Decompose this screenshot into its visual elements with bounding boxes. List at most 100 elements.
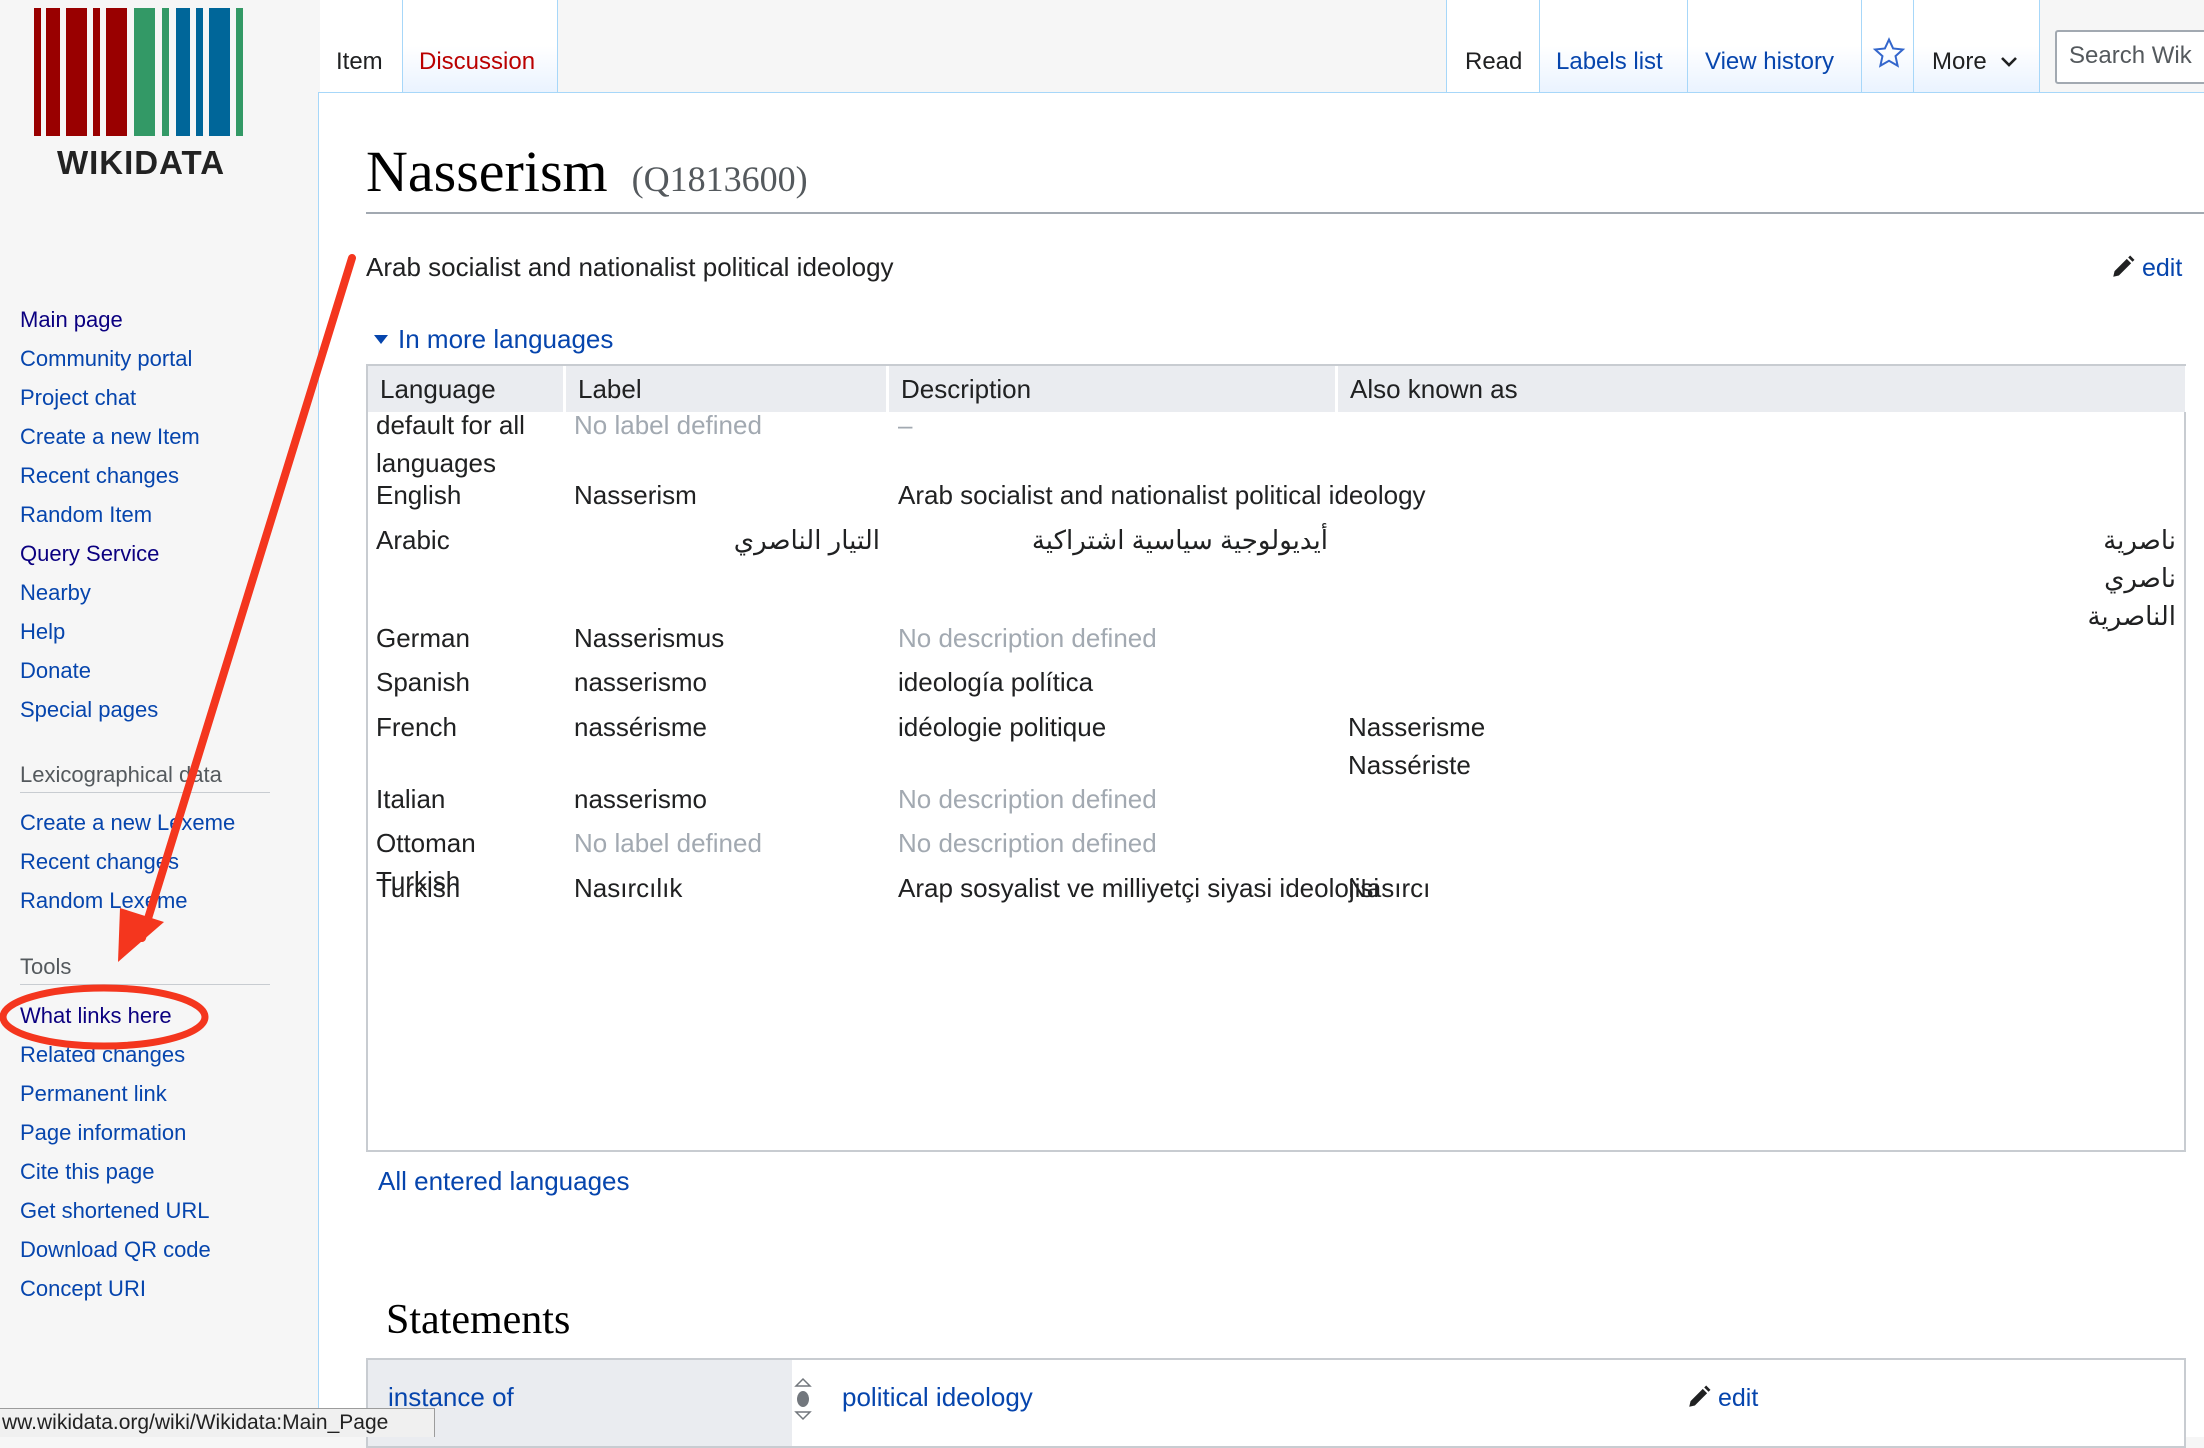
tab-read-label: Read [1465, 48, 1523, 75]
logo-wordmark: WIKIDATA [56, 144, 226, 181]
language-alias: ناصري [2104, 563, 2176, 593]
in-more-languages-toggle[interactable]: In more languages [374, 324, 613, 355]
column-header-description: Description [889, 366, 1338, 412]
language-label: nassérisme [574, 712, 707, 742]
sidebar-item-nearby[interactable]: Nearby [20, 573, 200, 612]
all-entered-languages-link[interactable]: All entered languages [378, 1166, 630, 1197]
tab-read[interactable]: Read [1446, 0, 1540, 92]
wikidata-logo[interactable]: WIKIDATA [34, 8, 248, 181]
column-header-also-known-as: Also known as [1338, 366, 2188, 412]
edit-statement-button[interactable]: edit [1686, 1384, 1758, 1413]
tab-discussion-label: Discussion [419, 48, 536, 75]
edit-description-button[interactable]: edit [2110, 254, 2182, 283]
sidebar-item-random-item[interactable]: Random Item [20, 495, 200, 534]
sidebar-item-cite-this-page[interactable]: Cite this page [20, 1152, 211, 1191]
sidebar-item-page-information[interactable]: Page information [20, 1113, 211, 1152]
search-placeholder: Search Wik [2069, 42, 2192, 69]
language-description: No description defined [898, 623, 1157, 653]
sidebar-item-related-changes[interactable]: Related changes [20, 1035, 211, 1074]
language-name: English [376, 480, 462, 510]
watch-star-button[interactable] [1862, 0, 1914, 92]
language-alias: الناصرية [2087, 601, 2176, 631]
language-label: nasserismo [574, 784, 707, 814]
status-bar-url: ww.wikidata.org/wiki/Wikidata:Main_Page [0, 1408, 435, 1437]
sidebar-navigation: Main page Community portal Project chat Cre… [20, 300, 200, 729]
language-name: French [376, 712, 457, 742]
languages-table: Language Label Description Also known as de… [366, 364, 2188, 1152]
language-alias: Nasserisme [1348, 712, 1486, 742]
lexeme-heading: Lexicographical data [20, 762, 222, 787]
page-title: Nasserism (Q1813600) [366, 138, 808, 205]
sidebar-item-recent-changes[interactable]: Recent changes [20, 456, 200, 495]
sidebar-item-special-pages[interactable]: Special pages [20, 690, 200, 729]
language-name: German [376, 623, 470, 653]
sidebar-item-permanent-link[interactable]: Permanent link [20, 1074, 211, 1113]
barcode-logo-icon [34, 8, 248, 136]
triangle-down-icon [374, 335, 388, 344]
search-input[interactable]: Search Wik [2055, 30, 2204, 84]
language-name: Arabic [376, 525, 450, 555]
pencil-icon [1689, 1385, 1711, 1407]
item-label: Nasserism [366, 139, 608, 204]
sidebar-item-query-service[interactable]: Query Service [20, 534, 200, 573]
language-name: Italian [376, 784, 446, 814]
sidebar-item-main-page[interactable]: Main page [20, 300, 200, 339]
language-description: No description defined [898, 784, 1157, 814]
language-label: No label defined [574, 828, 762, 858]
language-label: التيار الناصري [733, 525, 880, 555]
language-description: Arap sosyalist ve milliyetçi siyasi ideo… [898, 873, 1380, 903]
sidebar-item-random-lexeme[interactable]: Random Lexeme [20, 881, 235, 920]
tab-view-history[interactable]: View history [1688, 0, 1862, 92]
tab-item-label: Item [336, 48, 383, 75]
sidebar-item-community-portal[interactable]: Community portal [20, 339, 200, 378]
sidebar-item-create-a-new-lexeme[interactable]: Create a new Lexeme [20, 803, 235, 842]
sidebar-item-what-links-here[interactable]: What links here [20, 996, 211, 1035]
sidebar-item-donate[interactable]: Donate [20, 651, 200, 690]
language-description: أيديولوجية سياسية اشتراكية [1031, 525, 1328, 555]
chevron-down-icon [2001, 57, 2018, 67]
lexeme-navigation: Create a new Lexeme Recent changes Random … [20, 803, 235, 920]
language-description: – [898, 410, 913, 440]
edit-label: edit [1718, 1384, 1759, 1412]
sidebar-item-recent-changes[interactable]: Recent changes [20, 842, 235, 881]
sidebar-item-project-chat[interactable]: Project chat [20, 378, 200, 417]
language-name: Turkish [376, 873, 461, 903]
language-description: No description defined [898, 828, 1157, 858]
language-alias: ناصرية [2103, 525, 2176, 555]
language-name: default for all languages [376, 410, 525, 478]
item-description: Arab socialist and nationalist political… [366, 252, 894, 282]
tab-discussion[interactable]: Discussion [402, 0, 558, 92]
tab-view-history-label: View history [1705, 48, 1834, 75]
language-name: Spanish [376, 667, 470, 697]
in-more-languages-label: In more languages [398, 324, 614, 354]
sidebar-divider [20, 984, 270, 985]
language-alias: Nassériste [1348, 750, 1471, 780]
language-label: nasserismo [574, 667, 707, 697]
language-alias: Nasırcı [1348, 873, 1431, 903]
rank-selector-icon[interactable] [794, 1376, 812, 1422]
tools-navigation: What links here Related changes Permanent … [20, 996, 211, 1308]
sidebar-item-concept-uri[interactable]: Concept URI [20, 1269, 211, 1308]
sidebar-item-create-a-new-item[interactable]: Create a new Item [20, 417, 200, 456]
language-label: Nasserism [574, 480, 697, 510]
statement-group: instance of political ideology edit [366, 1358, 2186, 1448]
sidebar-item-get-shortened-url[interactable]: Get shortened URL [20, 1191, 211, 1230]
sidebar-item-download-qr-code[interactable]: Download QR code [20, 1230, 211, 1269]
title-divider [366, 212, 2204, 214]
statements-heading: Statements [386, 1297, 571, 1343]
tab-labels-list[interactable]: Labels list [1540, 0, 1688, 92]
language-label: Nasırcılık [574, 873, 683, 903]
more-menu-label: More [1932, 48, 1987, 75]
tools-heading: Tools [20, 954, 72, 979]
language-description: Arab socialist and nationalist political… [898, 480, 1426, 510]
edit-label: edit [2142, 254, 2183, 282]
language-description: ideología política [898, 667, 1094, 697]
statement-value-link[interactable]: political ideology [842, 1382, 1033, 1413]
more-menu-button[interactable]: More [1914, 0, 2040, 92]
tab-labels-list-label: Labels list [1556, 48, 1663, 75]
star-icon [1872, 37, 1906, 68]
sidebar-divider [20, 792, 270, 793]
item-qid: (Q1813600) [631, 159, 808, 199]
sidebar-item-help[interactable]: Help [20, 612, 200, 651]
tab-item[interactable]: Item [320, 0, 402, 92]
